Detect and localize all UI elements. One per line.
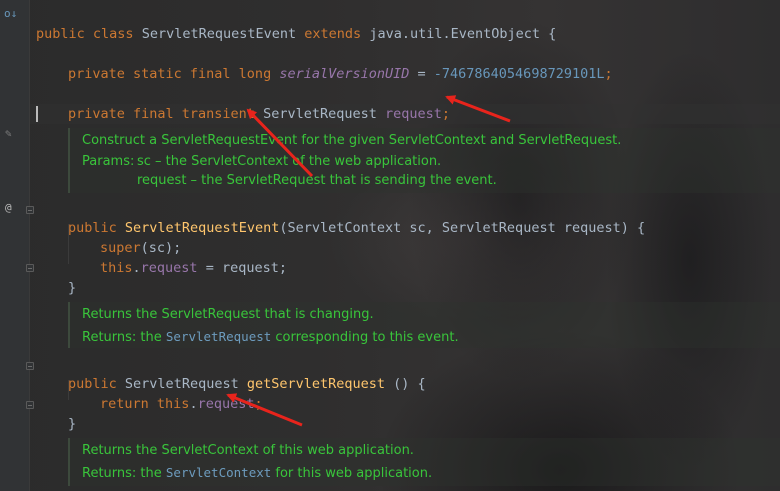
annotation-arrows (226, 95, 511, 427)
arrow-to-request-field (445, 95, 511, 123)
arrow-to-transient (246, 108, 314, 178)
arrow-to-return-request (226, 393, 303, 427)
